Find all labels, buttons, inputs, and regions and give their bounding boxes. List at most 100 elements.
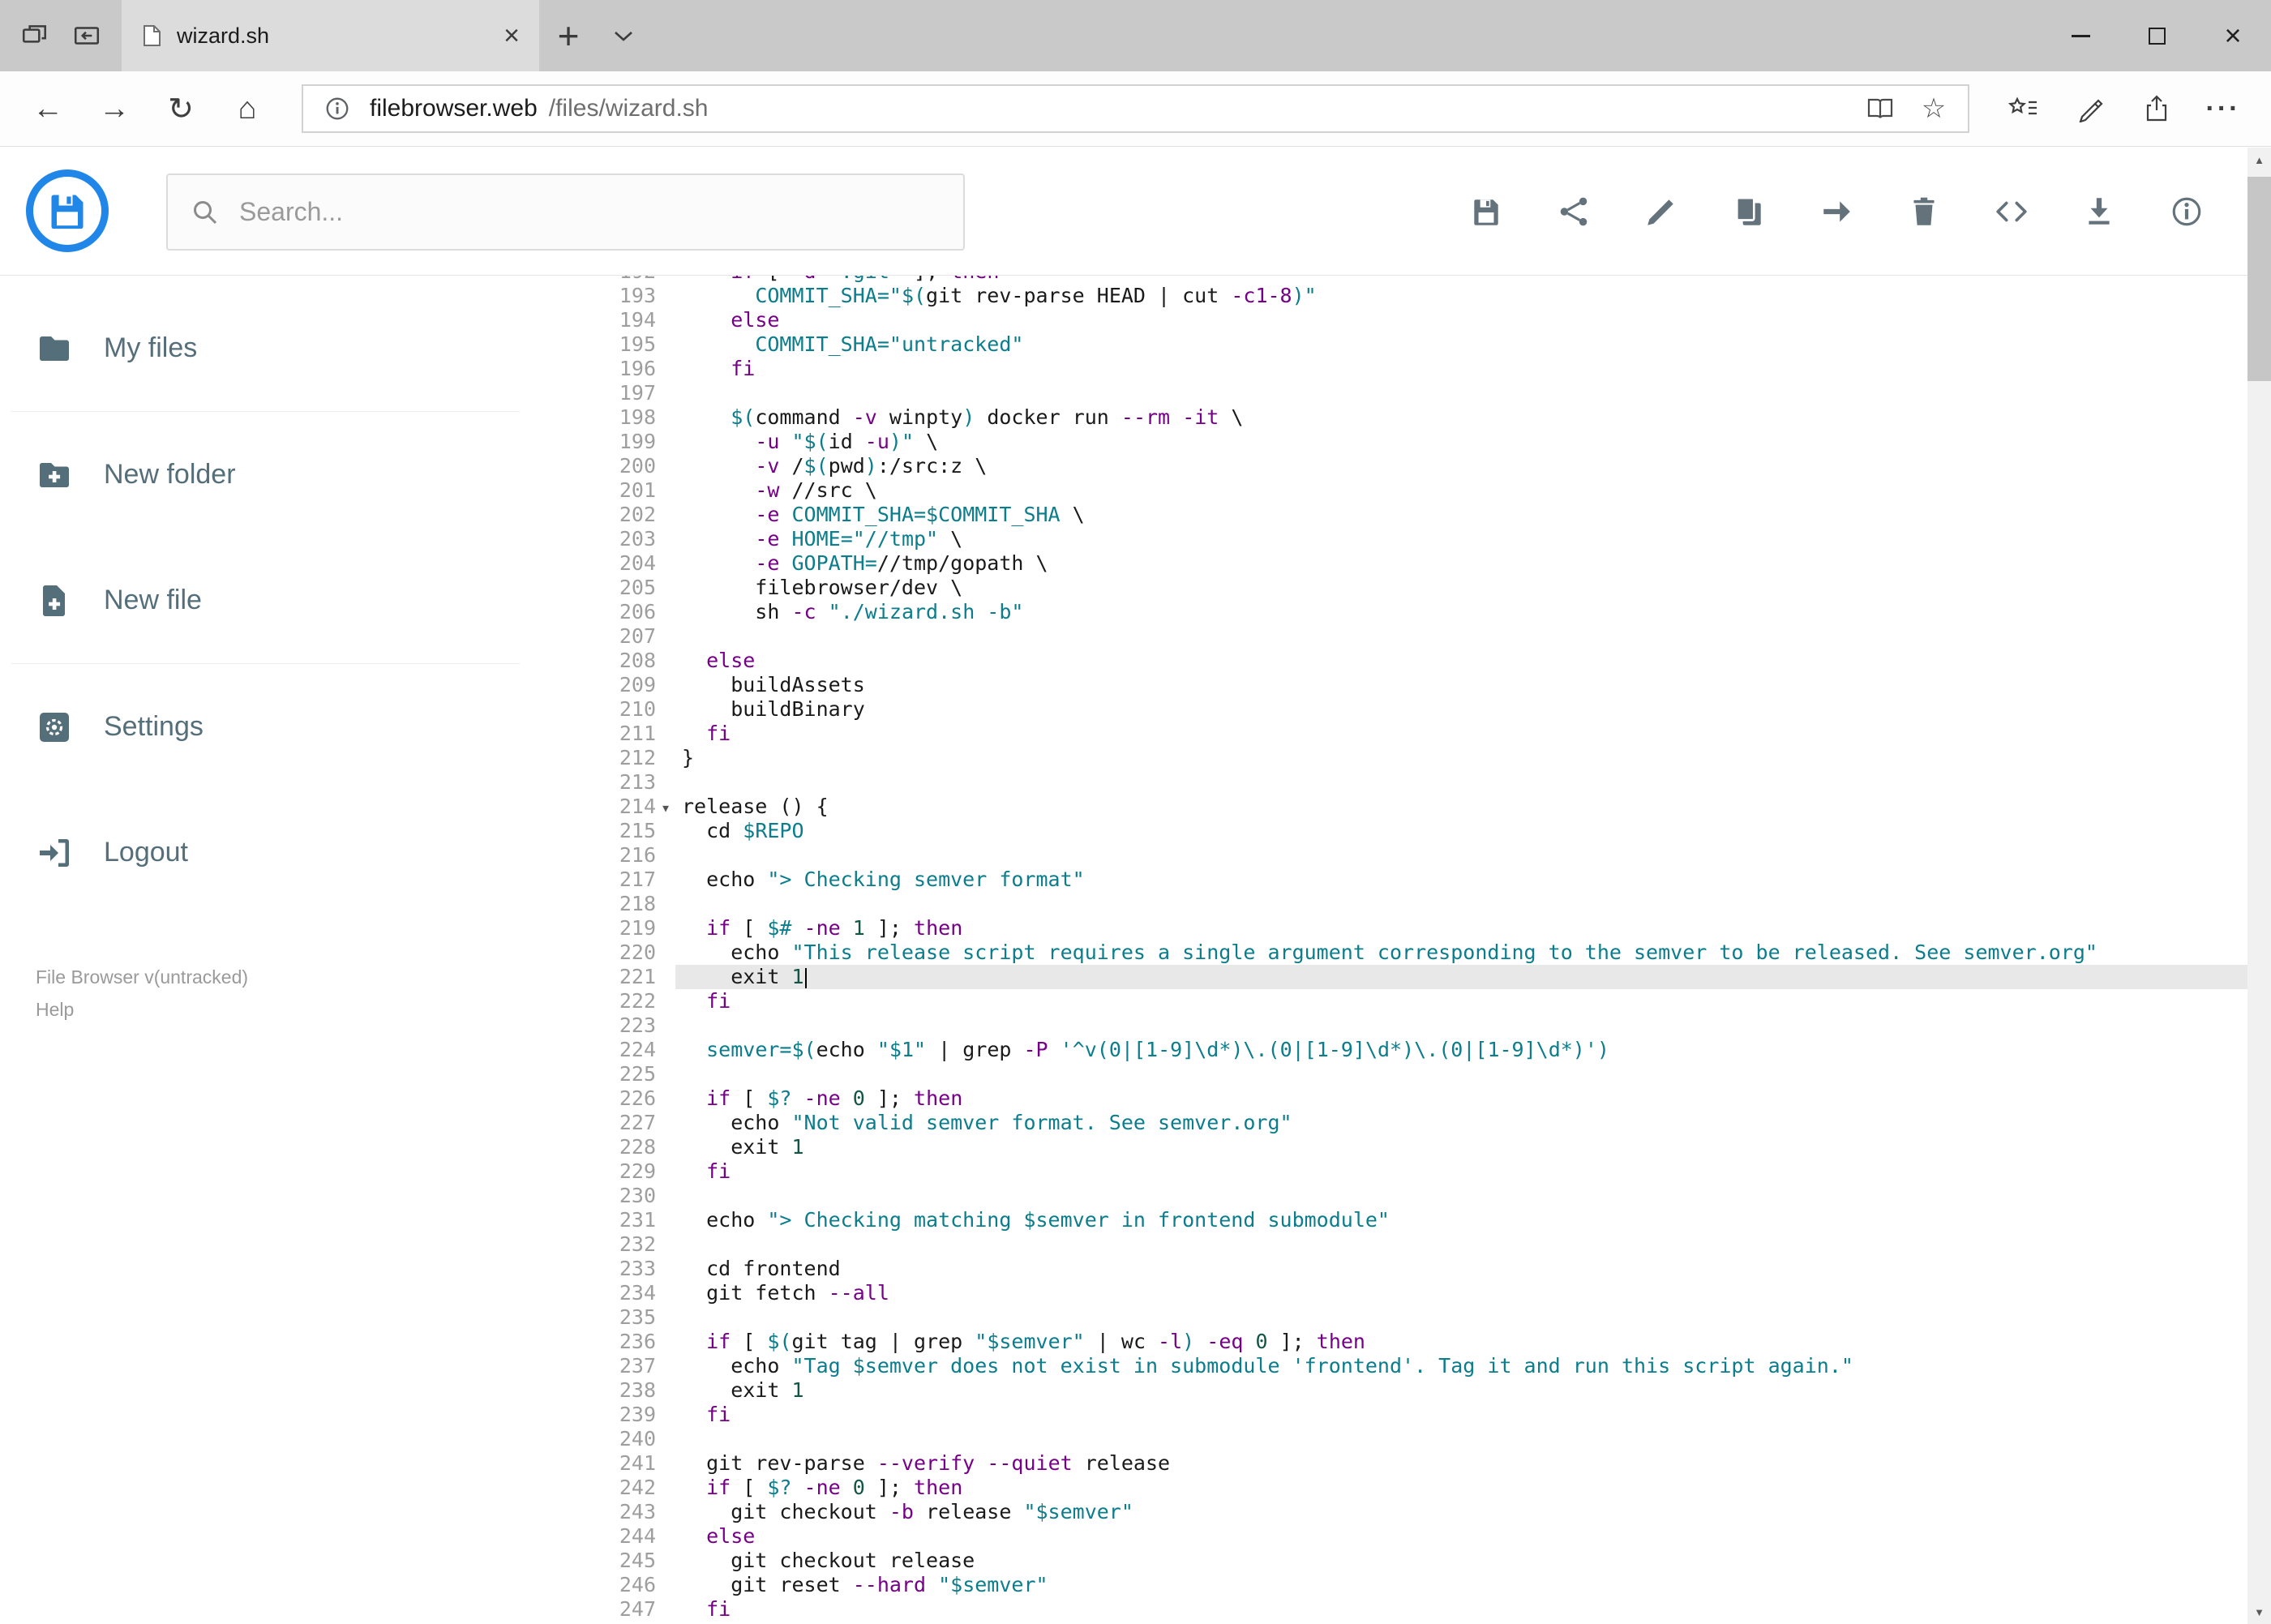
line-number: 205 <box>619 576 656 599</box>
line-number: 221 <box>619 965 656 988</box>
code-line: 212} <box>531 746 2247 770</box>
download-button[interactable] <box>2067 180 2131 243</box>
copy-button[interactable] <box>1717 180 1780 243</box>
code-line: 193 COMMIT_SHA="$(git rev-parse HEAD | c… <box>531 284 2247 308</box>
sidebar-item-label: My files <box>104 332 198 363</box>
search-box[interactable] <box>166 174 965 251</box>
code-line: 235 <box>531 1305 2247 1330</box>
line-number: 193 <box>619 284 656 307</box>
info-button[interactable] <box>2155 180 2218 243</box>
tab-preview-button[interactable] <box>13 14 57 58</box>
code-line: 194 else <box>531 308 2247 332</box>
code-line: 241 git rev-parse --verify --quiet relea… <box>531 1451 2247 1476</box>
sidebar-item-label: New folder <box>104 459 236 490</box>
browser-tab[interactable]: wizard.sh × <box>122 0 539 71</box>
sidebar-item-label: New file <box>104 585 202 615</box>
code-line: 198 $(command -v winpty) docker run --rm… <box>531 405 2247 430</box>
code-line: 201 -w //src \ <box>531 478 2247 503</box>
favorites-hub-button[interactable] <box>1990 79 2057 139</box>
code-line: 200 -v /$(pwd):/src:z \ <box>531 454 2247 478</box>
tab-preview-icon <box>22 25 46 43</box>
sidebar-item-settings[interactable]: Settings <box>0 664 531 790</box>
code-line: 223 <box>531 1013 2247 1038</box>
reading-view-icon[interactable] <box>1859 88 1901 130</box>
code-line: 243 git checkout -b release "$semver" <box>531 1500 2247 1524</box>
tab-list-chevron-icon[interactable] <box>598 0 649 71</box>
edit-button[interactable] <box>1630 180 1693 243</box>
code-line: 218 <box>531 892 2247 916</box>
code-line: 217 echo "> Checking semver format" <box>531 868 2247 892</box>
code-line: 211 fi <box>531 722 2247 746</box>
code-line: 221 exit 1 <box>531 965 2247 989</box>
forward-button[interactable]: → <box>81 79 148 139</box>
line-number: 245 <box>619 1549 656 1572</box>
new-file-icon <box>43 585 65 616</box>
line-number: 198 <box>619 405 656 429</box>
favorite-star-icon[interactable]: ☆ <box>1913 88 1955 130</box>
code-line: 229 fi <box>531 1159 2247 1184</box>
set-tabs-aside-button[interactable] <box>65 14 109 58</box>
line-number: 242 <box>619 1476 656 1499</box>
app-version: File Browser v(untracked) <box>36 966 249 988</box>
fold-marker-icon[interactable]: ▾ <box>656 795 675 820</box>
scrollbar-thumb[interactable] <box>2247 177 2271 381</box>
line-number: 214 <box>619 795 656 818</box>
close-button[interactable]: × <box>2195 0 2271 71</box>
new-tab-button[interactable]: + <box>539 0 598 71</box>
scroll-up-icon[interactable]: ▲ <box>2247 148 2271 172</box>
page-scrollbar[interactable]: ▲ ▼ <box>2247 148 2271 1624</box>
line-number: 196 <box>619 357 656 380</box>
maximize-button[interactable] <box>2119 0 2195 71</box>
code-editor[interactable]: 192 if [ -d ".git" ]; then193 COMMIT_SHA… <box>531 276 2247 1624</box>
code-line: 225 <box>531 1062 2247 1086</box>
pencil-icon <box>1648 199 1673 225</box>
code-line: 196 fi <box>531 357 2247 381</box>
sidebar-item-my-files[interactable]: My files <box>0 285 531 411</box>
line-number: 202 <box>619 503 656 526</box>
code-line: 208 else <box>531 649 2247 673</box>
arrow-forward-icon <box>1823 200 1850 222</box>
app-logo[interactable] <box>26 169 109 252</box>
logout-icon <box>40 838 69 867</box>
site-info-icon[interactable] <box>316 88 358 130</box>
delete-button[interactable] <box>1892 180 1956 243</box>
line-number: 222 <box>619 989 656 1013</box>
save-button[interactable] <box>1455 180 1518 243</box>
search-input[interactable] <box>239 197 941 227</box>
line-number: 244 <box>619 1524 656 1548</box>
tab-close-icon[interactable]: × <box>503 22 520 49</box>
sidebar-item-new-file[interactable]: New file <box>0 538 531 663</box>
share-button-browser[interactable] <box>2123 79 2190 139</box>
refresh-button[interactable]: ↻ <box>148 79 214 139</box>
back-button[interactable]: ← <box>15 79 81 139</box>
raw-view-button[interactable] <box>1980 180 2043 243</box>
code-line: 234 git fetch --all <box>531 1281 2247 1305</box>
sidebar-item-logout[interactable]: Logout <box>0 790 531 915</box>
scroll-down-icon[interactable]: ▼ <box>2247 1600 2271 1624</box>
info-icon <box>2172 197 2201 225</box>
code-line: 195 COMMIT_SHA="untracked" <box>531 332 2247 357</box>
overflow-menu-button[interactable]: ··· <box>2190 79 2256 139</box>
move-button[interactable] <box>1805 180 1868 243</box>
line-number: 200 <box>619 454 656 478</box>
minimize-button[interactable] <box>2042 0 2119 71</box>
code-line: 242 if [ $? -ne 0 ]; then <box>531 1476 2247 1500</box>
line-number: 192 <box>531 276 656 284</box>
code-line: 202 -e COMMIT_SHA=$COMMIT_SHA \ <box>531 503 2247 527</box>
url-bar[interactable]: filebrowser.web /files/wizard.sh ☆ <box>302 84 1969 133</box>
line-number: 204 <box>619 551 656 575</box>
url-path: /files/wizard.sh <box>548 95 709 122</box>
line-number: 210 <box>619 697 656 721</box>
line-number: 247 <box>619 1597 656 1621</box>
help-link[interactable]: Help <box>36 993 531 1026</box>
code-line: 228 exit 1 <box>531 1135 2247 1159</box>
line-number: 240 <box>619 1427 656 1450</box>
code-line: 247 fi <box>531 1597 2247 1622</box>
line-number: 197 <box>619 381 656 405</box>
ink-notes-button[interactable] <box>2057 79 2123 139</box>
line-number: 211 <box>619 722 656 745</box>
sidebar-item-new-folder[interactable]: New folder <box>0 412 531 538</box>
filebrowser-header <box>0 148 2247 276</box>
home-button[interactable]: ⌂ <box>214 79 281 139</box>
share-button[interactable] <box>1542 180 1605 243</box>
